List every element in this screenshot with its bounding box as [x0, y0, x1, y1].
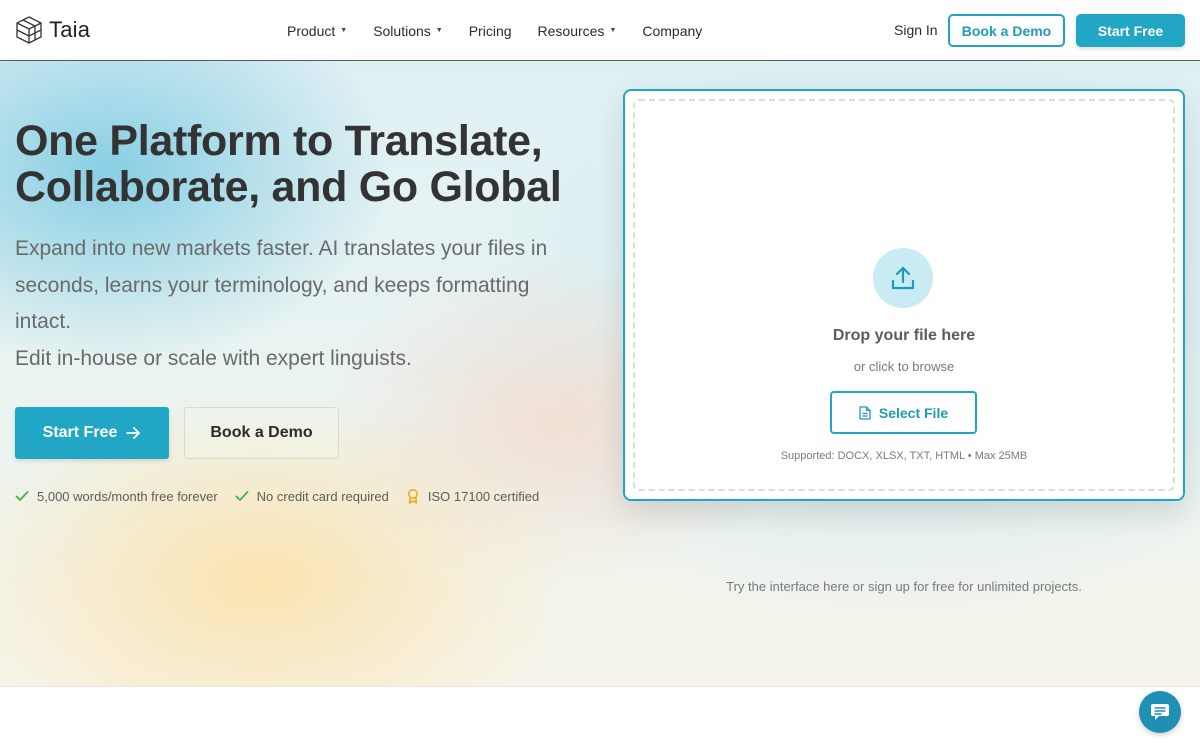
feature-list: 5,000 words/month free forever No credit… [15, 488, 556, 504]
hero-book-demo-button[interactable]: Book a Demo [184, 407, 339, 459]
main-menu: Product ▼ Solutions ▼ Pricing Resources … [287, 0, 728, 61]
check-icon [235, 490, 249, 502]
feature-text: No credit card required [256, 488, 389, 504]
nav-book-demo-button[interactable]: Book a Demo [948, 14, 1065, 47]
menu-item-label: Company [642, 22, 703, 39]
sign-in-link[interactable]: Sign In [894, 22, 938, 38]
dropzone-title: Drop your file here [832, 327, 976, 344]
menu-item-label: Pricing [468, 22, 512, 39]
logo-cube-icon [16, 16, 42, 44]
subtext-line-1: Expand into new markets faster. AI trans… [15, 237, 548, 333]
upload-icon-badge [873, 248, 933, 308]
menu-item-label: Product [287, 22, 336, 39]
hero-start-free-button[interactable]: Start Free [15, 407, 169, 459]
caret-down-icon: ▼ [435, 27, 443, 34]
logo[interactable]: Taia [15, 15, 90, 45]
menu-item-resources[interactable]: Resources ▼ [538, 23, 617, 39]
menu-item-pricing[interactable]: Pricing [469, 23, 512, 39]
caret-down-icon: ▼ [340, 27, 348, 34]
select-file-button[interactable]: Select File [830, 391, 977, 434]
subtext-line-2: Edit in-house or scale with expert lingu… [15, 346, 412, 370]
chat-icon [1151, 704, 1169, 720]
hero-subtext: Expand into new markets faster. AI trans… [15, 231, 585, 377]
chat-button[interactable] [1139, 691, 1181, 733]
logo-text: Taia [49, 17, 91, 42]
supported-formats: Supported: DOCX, XLSX, TXT, HTML • Max 2… [780, 450, 1028, 462]
check-icon [15, 490, 29, 502]
feature-item-iso: ISO 17100 certified [406, 488, 539, 504]
try-interface-note: Try the interface here or sign up for fr… [726, 579, 1082, 594]
arrow-right-icon [126, 427, 141, 439]
menu-item-product[interactable]: Product ▼ [287, 23, 347, 39]
headline-line-2: Collaborate, and Go Global [15, 163, 562, 211]
menu-item-company[interactable]: Company [642, 23, 702, 39]
feature-item-no-credit-card: No credit card required [235, 489, 389, 504]
feature-text: 5,000 words/month free forever [37, 488, 218, 504]
caret-down-icon: ▼ [609, 27, 617, 34]
start-free-label: Start Free [42, 424, 118, 441]
menu-item-solutions[interactable]: Solutions ▼ [373, 23, 443, 39]
headline-line-1: One Platform to Translate, [15, 117, 543, 165]
top-navigation: Taia Product ▼ Solutions ▼ Pricing Resou… [0, 0, 1200, 61]
award-icon [406, 488, 420, 504]
feature-text: ISO 17100 certified [427, 488, 540, 504]
file-icon [859, 405, 871, 420]
hero-headline: One Platform to Translate, Collaborate, … [15, 118, 615, 210]
upload-icon [891, 266, 915, 290]
section-divider [0, 686, 1200, 687]
dropzone-subtitle: or click to browse [853, 359, 955, 374]
menu-item-label: Resources [537, 22, 605, 39]
feature-item-free-words: 5,000 words/month free forever [15, 489, 218, 504]
nav-start-free-button[interactable]: Start Free [1076, 14, 1185, 47]
select-file-label: Select File [878, 404, 949, 421]
menu-item-label: Solutions [373, 22, 431, 39]
